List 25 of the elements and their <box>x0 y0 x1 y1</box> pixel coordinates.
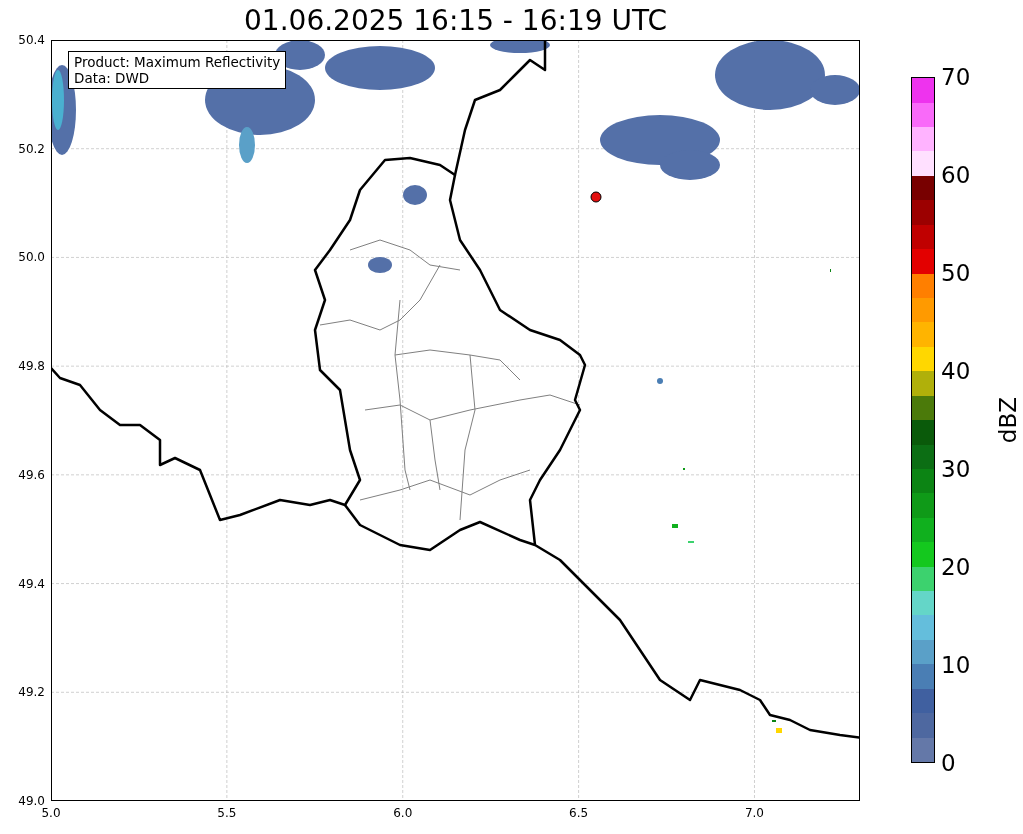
y-tick-label: 49.8 <box>18 359 45 374</box>
y-tick-label: 49.4 <box>18 576 45 591</box>
info-text: Data: DWD <box>74 70 151 86</box>
colorbar-tick-label: 0 <box>941 750 956 776</box>
colorbar-tick-label: 30 <box>941 456 971 482</box>
y-tick-label: 50.2 <box>18 141 45 156</box>
colorbar-tick-label: 70 <box>941 64 971 90</box>
colorbar-tick-label: 10 <box>941 652 971 678</box>
x-tick-label: 6.5 <box>569 806 589 820</box>
x-tick-label: 5.0 <box>41 806 61 820</box>
colorbar-label: dBZ <box>995 396 1021 444</box>
y-tick-label: 49.6 <box>18 467 45 482</box>
y-tick-label: 50.0 <box>18 250 45 265</box>
colorbar-tick-label: 20 <box>941 554 971 580</box>
x-tick-label: 5.5 <box>217 806 237 820</box>
y-tick-label: 49.2 <box>18 685 45 700</box>
chart-title: 01.06.2025 16:15 - 16:19 UTC <box>243 2 668 39</box>
y-tick-label: 50.4 <box>18 33 45 47</box>
colorbar-tick-label: 40 <box>941 358 971 384</box>
colorbar-tick-label: 60 <box>941 162 971 188</box>
info-text: Product: Maximum Reflectivity <box>74 54 281 70</box>
colorbar-tick-label: 50 <box>941 260 971 286</box>
y-tick-label: 49.0 <box>18 794 45 808</box>
x-tick-label: 7.0 <box>744 806 764 820</box>
x-tick-label: 6.0 <box>393 806 413 820</box>
